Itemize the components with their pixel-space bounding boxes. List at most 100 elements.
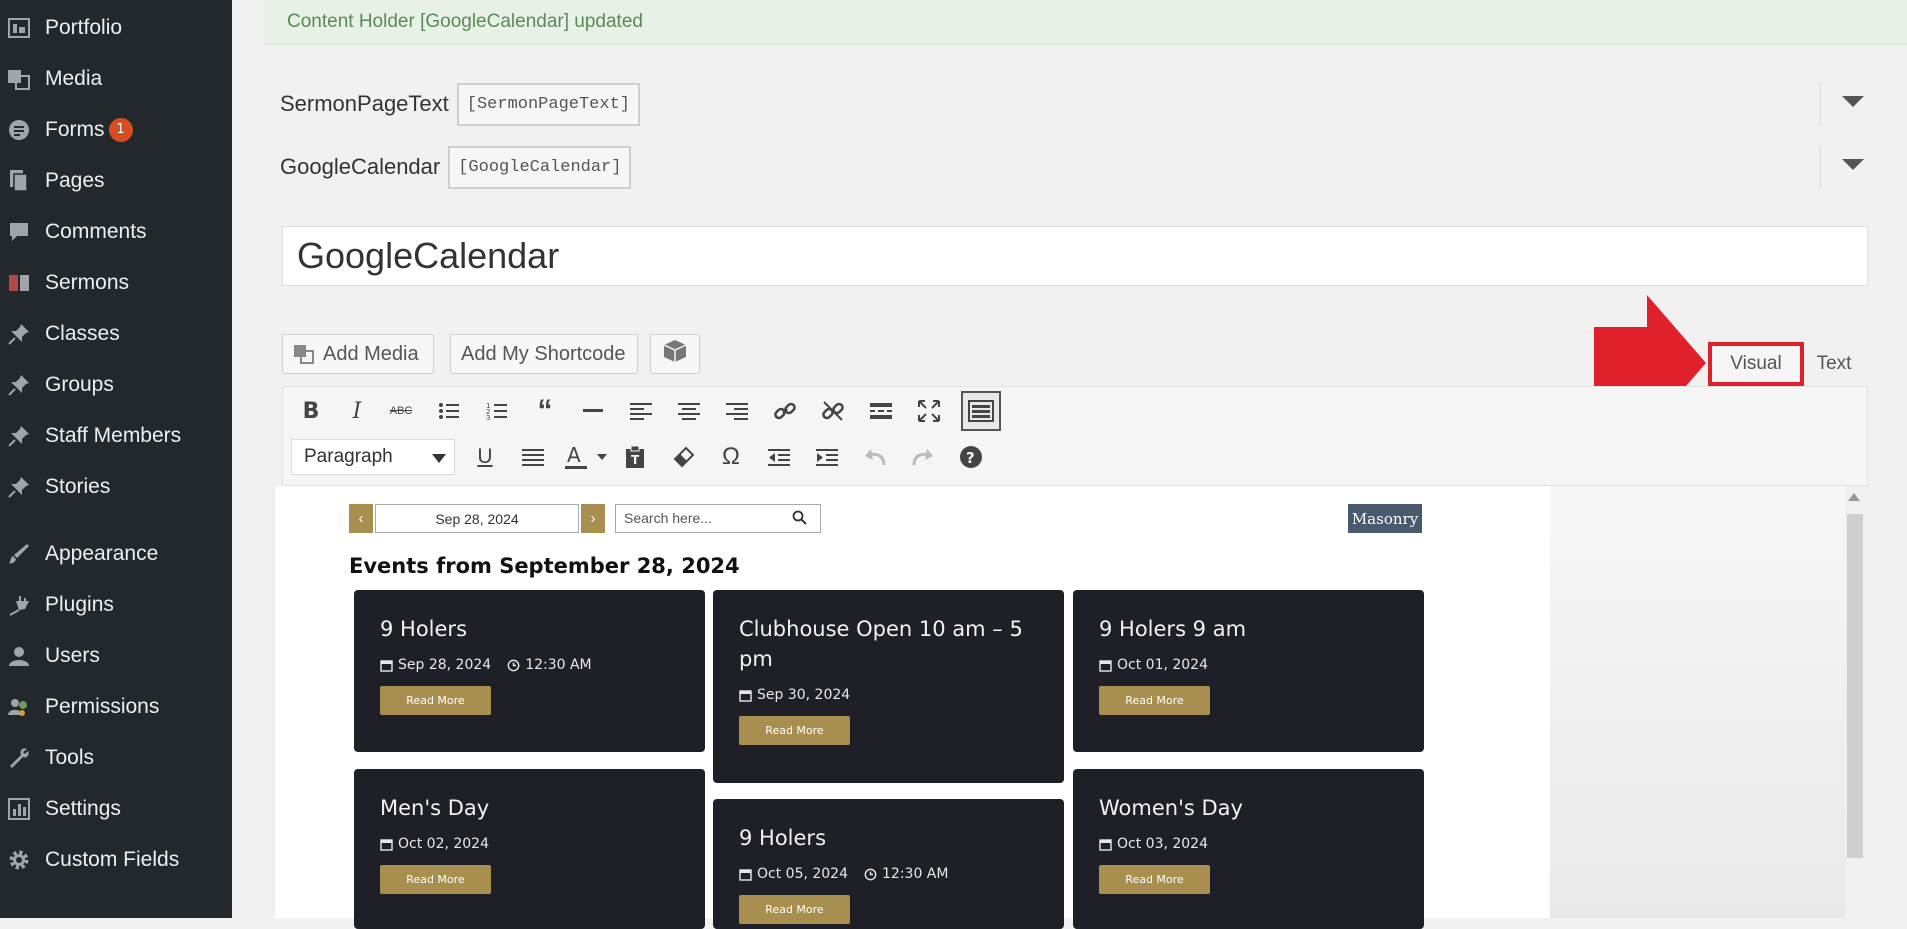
title-input[interactable]: GoogleCalendar xyxy=(282,226,1868,286)
sidebar-item-classes[interactable]: Classes xyxy=(0,312,232,356)
svg-text:3: 3 xyxy=(486,414,490,421)
text-color-button[interactable]: A xyxy=(563,439,613,475)
sidebar-item-label: Groups xyxy=(45,373,114,396)
align-right-button[interactable] xyxy=(719,393,755,429)
sidebar-item-label: Portfolio xyxy=(45,16,123,39)
gear-icon xyxy=(4,848,34,872)
sidebar-item-portfolio[interactable]: Portfolio xyxy=(0,6,232,50)
calendar-icon xyxy=(739,868,752,881)
sidebar-item-pages[interactable]: Pages xyxy=(0,159,232,203)
read-more-button[interactable]: Read More xyxy=(1099,686,1210,715)
row-divider xyxy=(1820,145,1821,189)
scrollbar-thumb[interactable] xyxy=(1847,514,1863,858)
plugins-icon xyxy=(4,593,34,617)
pages-icon xyxy=(4,169,34,193)
tab-text[interactable]: Text xyxy=(1804,342,1864,386)
sidebar-item-tools[interactable]: Tools xyxy=(0,736,232,780)
blockquote-button[interactable]: “ xyxy=(527,393,563,429)
outdent-button[interactable] xyxy=(761,439,797,475)
redo-icon[interactable] xyxy=(905,439,941,475)
event-title: 9 Holers 9 am xyxy=(1099,617,1247,641)
read-more-tag-button[interactable] xyxy=(863,393,899,429)
cube-button[interactable] xyxy=(650,334,700,374)
sidebar-item-appearance[interactable]: Appearance xyxy=(0,532,232,576)
content-holder-row[interactable]: GoogleCalendar [GoogleCalendar] xyxy=(264,137,1907,197)
strikethrough-button[interactable]: ABC xyxy=(383,393,419,429)
sidebar-item-label: Permissions xyxy=(45,695,160,718)
row-divider xyxy=(1820,82,1821,126)
event-search-input[interactable]: Search here... xyxy=(615,504,821,533)
event-meta: Oct 01, 2024 xyxy=(1099,657,1208,673)
update-notice: Content Holder [GoogleCalendar] updated xyxy=(264,0,1907,45)
sidebar-item-sermons[interactable]: Sermons xyxy=(0,261,232,305)
read-more-button[interactable]: Read More xyxy=(739,716,850,745)
sidebar-item-plugins[interactable]: Plugins xyxy=(0,583,232,627)
italic-button[interactable]: I xyxy=(339,393,375,429)
chevron-down-icon[interactable] xyxy=(1842,96,1864,107)
sidebar-item-label: Pages xyxy=(45,169,105,192)
fullscreen-icon[interactable] xyxy=(911,393,947,429)
special-character-button[interactable]: Ω xyxy=(713,439,749,475)
add-shortcode-button[interactable]: Add My Shortcode xyxy=(450,334,638,374)
paragraph-format-select[interactable]: Paragraph xyxy=(291,439,455,475)
sidebar-item-forms[interactable]: Forms 1 xyxy=(0,108,232,152)
shortcode-tag[interactable]: [GoogleCalendar] xyxy=(448,145,632,189)
event-card: Men's Day Oct 02, 2024 Read More xyxy=(354,769,705,929)
sidebar-item-media[interactable]: Media xyxy=(0,57,232,101)
help-icon[interactable]: ? xyxy=(953,439,989,475)
bullet-list-button[interactable] xyxy=(431,393,467,429)
sidebar-item-staff-members[interactable]: Staff Members xyxy=(0,414,232,458)
cube-icon xyxy=(662,338,688,370)
indent-button[interactable] xyxy=(809,439,845,475)
sidebar-item-label: Settings xyxy=(45,797,121,820)
sidebar-item-users[interactable]: Users xyxy=(0,634,232,678)
read-more-button[interactable]: Read More xyxy=(739,895,850,924)
svg-text:A: A xyxy=(567,444,581,467)
justify-button[interactable] xyxy=(515,439,551,475)
editor-scrollbar[interactable] xyxy=(1845,486,1865,918)
event-title: Clubhouse Open 10 am – 5 pm xyxy=(739,617,1023,671)
scroll-up-icon[interactable] xyxy=(1848,493,1860,501)
bold-button[interactable]: B xyxy=(293,393,329,429)
sidebar-item-label: Stories xyxy=(45,475,111,498)
eraser-icon[interactable] xyxy=(665,439,701,475)
add-media-button[interactable]: Add Media xyxy=(282,334,434,374)
toolbar-toggle-button[interactable] xyxy=(961,391,1001,431)
sidebar-item-custom-fields[interactable]: Custom Fields xyxy=(0,838,232,882)
event-date: Sep 30, 2024 xyxy=(757,687,851,703)
numbered-list-button[interactable]: 123 xyxy=(479,393,515,429)
notice-text: Content Holder [GoogleCalendar] updated xyxy=(287,11,643,32)
undo-icon[interactable] xyxy=(857,439,893,475)
sidebar-item-settings[interactable]: Settings xyxy=(0,787,232,831)
tab-visual[interactable]: Visual xyxy=(1708,342,1804,386)
event-meta: Sep 28, 2024 12:30 AM xyxy=(380,657,592,673)
sidebar-item-permissions[interactable]: Permissions xyxy=(0,685,232,729)
link-icon[interactable] xyxy=(767,393,803,429)
svg-text:T: T xyxy=(631,453,640,467)
pin-icon xyxy=(4,322,34,346)
align-left-button[interactable] xyxy=(623,393,659,429)
shortcode-tag[interactable]: [SermonPageText] xyxy=(456,82,640,126)
align-center-button[interactable] xyxy=(671,393,707,429)
sidebar-item-label: Tools xyxy=(45,746,95,769)
chevron-down-icon[interactable] xyxy=(1842,159,1864,170)
underline-button[interactable]: U xyxy=(467,439,503,475)
read-more-button[interactable]: Read More xyxy=(380,686,491,715)
search-icon[interactable] xyxy=(792,510,808,531)
content-holder-row[interactable]: SermonPageText [SermonPageText] xyxy=(264,74,1907,134)
event-time: 12:30 AM xyxy=(882,866,949,882)
permissions-icon xyxy=(4,695,34,719)
horizontal-line-button[interactable] xyxy=(575,393,611,429)
read-more-button[interactable]: Read More xyxy=(1099,865,1210,894)
date-picker-input[interactable]: Sep 28, 2024 xyxy=(375,504,579,533)
event-meta: Oct 02, 2024 xyxy=(380,836,489,852)
masonry-view-button[interactable]: Masonry xyxy=(1348,504,1422,533)
next-date-button[interactable]: › xyxy=(581,504,605,533)
unlink-icon[interactable] xyxy=(815,393,851,429)
read-more-button[interactable]: Read More xyxy=(380,865,491,894)
sidebar-item-stories[interactable]: Stories xyxy=(0,465,232,509)
sidebar-item-comments[interactable]: Comments xyxy=(0,210,232,254)
paste-text-icon[interactable]: T xyxy=(617,439,653,475)
prev-date-button[interactable]: ‹ xyxy=(349,504,373,533)
sidebar-item-groups[interactable]: Groups xyxy=(0,363,232,407)
